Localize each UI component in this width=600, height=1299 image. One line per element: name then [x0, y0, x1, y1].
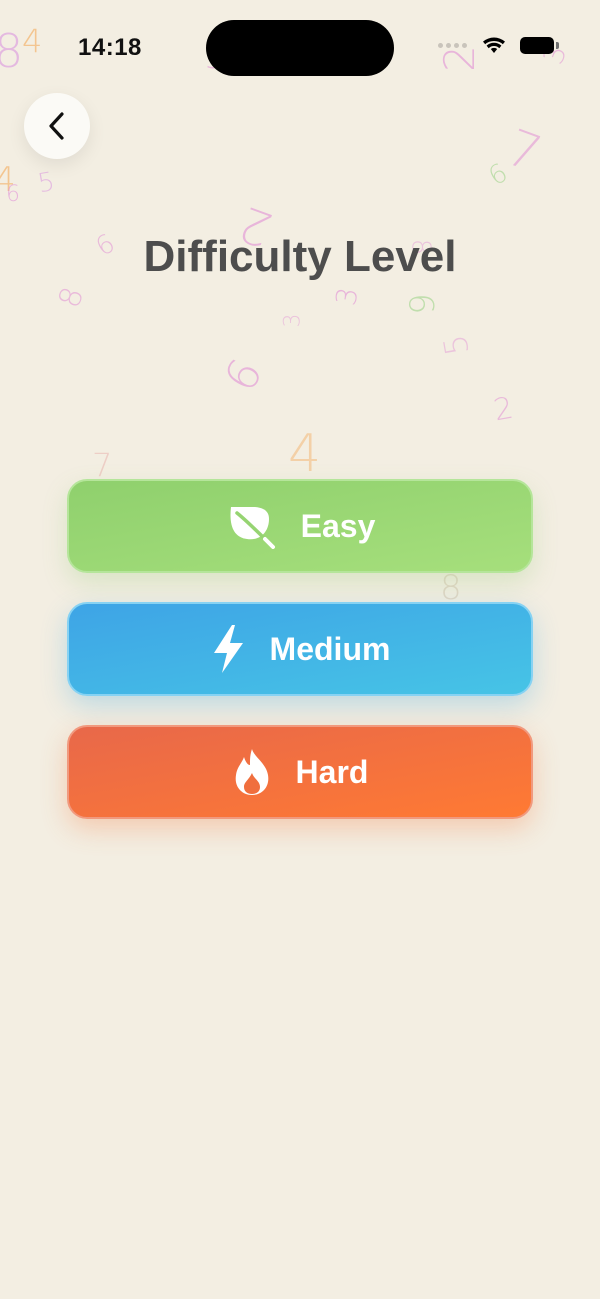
easy-button[interactable]: Easy: [67, 479, 533, 573]
bg-digit: 6: [214, 350, 274, 401]
dynamic-island: [206, 20, 394, 76]
easy-label: Easy: [300, 507, 376, 544]
bg-digit: 3: [280, 313, 306, 328]
lightning-icon: [210, 623, 246, 675]
bg-digit: 2: [491, 390, 516, 429]
bg-digit: 8: [51, 282, 92, 313]
bg-digit: 4: [288, 424, 322, 484]
wifi-icon: [483, 37, 505, 53]
bg-digit: 5: [435, 331, 477, 359]
bg-digit: 3: [329, 284, 365, 309]
bg-digit: 9: [402, 293, 443, 315]
chevron-left-icon: [49, 112, 64, 140]
bg-digit: 6: [6, 182, 20, 207]
difficulty-screen: 8 4 4 5 6 2 9 8 3 3 9 5 2 4 7 6 7 8 3 2 …: [0, 0, 600, 1299]
battery-icon: [520, 36, 559, 54]
bg-digit: 5: [35, 166, 58, 200]
hard-label: Hard: [295, 753, 369, 790]
cellular-signal-icon: [438, 41, 468, 49]
bg-digit: 4: [22, 22, 43, 60]
back-button[interactable]: [24, 93, 90, 159]
hard-button[interactable]: Hard: [67, 725, 533, 819]
page-title: Difficulty Level: [143, 232, 457, 281]
leaf-icon: [225, 503, 277, 549]
medium-label: Medium: [269, 630, 391, 667]
medium-button[interactable]: Medium: [67, 602, 533, 696]
status-time: 14:18: [78, 34, 142, 61]
difficulty-options: Easy Medium Hard: [67, 479, 533, 848]
status-icons: [438, 36, 559, 54]
flame-icon: [232, 747, 272, 797]
bg-digit: 8: [0, 24, 24, 78]
